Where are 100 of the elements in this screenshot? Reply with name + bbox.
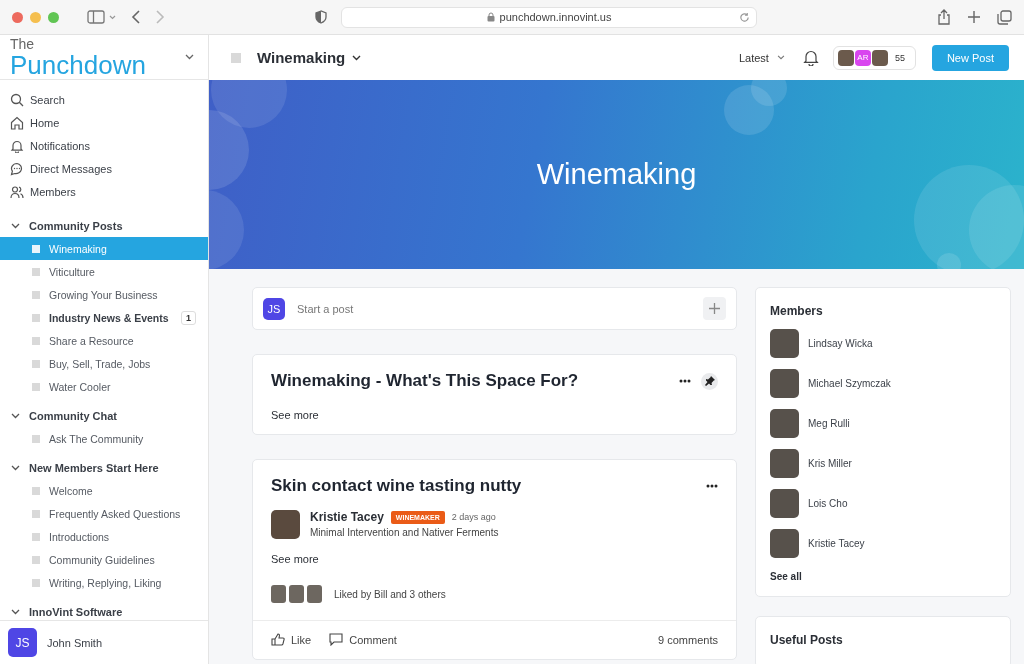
banner-title: Winemaking (536, 158, 697, 191)
member-photo-placeholder (770, 529, 799, 558)
nav-item[interactable]: Notifications (0, 134, 208, 157)
sidebar-toggle-icon[interactable] (87, 10, 117, 24)
sort-dropdown[interactable]: Latest (738, 51, 785, 64)
member-name[interactable]: Lindsay Wicka (808, 338, 873, 349)
member-name[interactable]: Michael Szymczak (808, 378, 891, 389)
author-subtitle: Minimal Intervention and Nativer Ferments (310, 527, 499, 538)
space-icon (32, 509, 40, 518)
space-icon (32, 434, 40, 443)
member-name[interactable]: Meg Rulli (808, 418, 850, 429)
post-title[interactable]: Skin contact wine tasting nutty (271, 476, 696, 496)
nav-item[interactable]: Search (0, 88, 208, 111)
author-name[interactable]: Kristie Tacey (310, 510, 384, 524)
chevron-down-icon (11, 608, 20, 615)
member-name[interactable]: Lois Cho (808, 498, 848, 509)
space-icon (32, 336, 40, 345)
new-tab-icon[interactable] (967, 10, 981, 24)
section-header[interactable]: Community Chat (0, 404, 208, 427)
section-header[interactable]: InnoVint Software (0, 600, 208, 620)
space-icon (32, 359, 40, 368)
lock-icon (486, 12, 495, 22)
user-name[interactable]: John Smith (47, 636, 103, 649)
space-item[interactable]: Writing, Replying, Liking (0, 571, 208, 594)
nav-item[interactable]: Members (0, 180, 208, 203)
user-avatar[interactable]: JS (8, 628, 37, 657)
logo-title: Punchdown (10, 52, 146, 79)
shield-icon[interactable] (315, 10, 327, 24)
member-name[interactable]: Kristie Tacey (808, 538, 865, 549)
back-icon[interactable] (131, 10, 141, 24)
member-photo-placeholder (770, 449, 799, 478)
space-item[interactable]: Water Cooler (0, 375, 208, 398)
see-more-link[interactable]: See more (271, 409, 718, 421)
member-initials-avatar: AR (854, 49, 871, 66)
member-photo-placeholder (770, 369, 799, 398)
likes-summary[interactable]: Liked by Bill and 3 others (334, 588, 446, 600)
chevron-down-icon (185, 54, 194, 60)
pin-icon[interactable] (701, 372, 718, 390)
bell-icon[interactable] (802, 49, 819, 66)
post-title[interactable]: Winemaking - What's This Space For? (271, 371, 669, 391)
share-icon[interactable] (937, 9, 951, 25)
liker-photo-placeholder (307, 585, 322, 603)
thumbs-up-icon (271, 633, 285, 646)
nav-item[interactable]: Home (0, 111, 208, 134)
comment-icon (329, 633, 344, 646)
section-header[interactable]: Community Posts (0, 214, 208, 237)
space-item[interactable]: Growing Your Business (0, 283, 208, 306)
space-icon (32, 486, 40, 495)
space-icon (32, 555, 40, 564)
space-icon (231, 52, 241, 63)
member-name[interactable]: Kris Miller (808, 458, 852, 469)
see-more-link[interactable]: See more (271, 553, 718, 565)
space-item[interactable]: Share a Resource (0, 329, 208, 352)
search-icon (10, 92, 24, 107)
space-item[interactable]: Buy, Sell, Trade, Jobs (0, 352, 208, 375)
close-window-button[interactable] (12, 11, 23, 23)
space-item[interactable]: Welcome (0, 479, 208, 502)
member-photo-placeholder (837, 49, 854, 66)
tabs-overview-icon[interactable] (997, 9, 1012, 25)
reload-icon[interactable] (739, 11, 750, 23)
people-icon (10, 184, 24, 199)
space-icon (32, 578, 40, 587)
member-photo-placeholder (770, 329, 799, 358)
member-count: 55 (894, 52, 905, 63)
space-icon (32, 313, 40, 322)
chevron-down-icon (11, 464, 20, 471)
plus-icon (709, 303, 720, 314)
comment-button[interactable]: Comment (329, 633, 397, 646)
space-item[interactable]: Frequently Asked Questions (0, 502, 208, 525)
address-bar[interactable]: punchdown.innovint.us (341, 6, 757, 28)
community-logo[interactable]: The Punchdown (0, 35, 208, 80)
add-button[interactable] (703, 297, 726, 320)
see-all-link[interactable]: See all (770, 571, 996, 582)
space-icon (32, 382, 40, 391)
bell-icon (10, 138, 24, 153)
space-icon (32, 244, 40, 253)
section-header[interactable]: New Members Start Here (0, 456, 208, 479)
like-button[interactable]: Like (271, 633, 312, 646)
space-icon (32, 267, 40, 276)
chevron-down-icon (11, 412, 20, 419)
space-item[interactable]: Introductions (0, 525, 208, 548)
space-item[interactable]: Viticulture (0, 260, 208, 283)
more-options-icon[interactable] (679, 379, 691, 383)
space-item[interactable]: Ask The Community (0, 427, 208, 450)
chevron-down-icon (11, 222, 20, 229)
more-options-icon[interactable] (706, 484, 718, 488)
card-title: Useful Posts (770, 633, 844, 647)
member-photo-placeholder (871, 49, 888, 66)
post-composer[interactable]: JS Start a post (252, 287, 737, 330)
member-photo-placeholder (770, 489, 799, 518)
comment-count[interactable]: 9 comments (658, 633, 718, 646)
start-post-field[interactable]: Start a post (297, 302, 691, 315)
chevron-down-icon (352, 54, 362, 61)
space-item[interactable]: Community Guidelines (0, 548, 208, 571)
members-pill[interactable]: AR 55 (832, 45, 916, 70)
space-item[interactable]: Industry News & Events 1 (0, 306, 208, 329)
home-icon (10, 115, 24, 130)
member-photo-placeholder (770, 409, 799, 438)
space-title-dropdown[interactable]: Winemaking (257, 49, 362, 66)
nav-item[interactable]: Direct Messages (0, 157, 208, 180)
